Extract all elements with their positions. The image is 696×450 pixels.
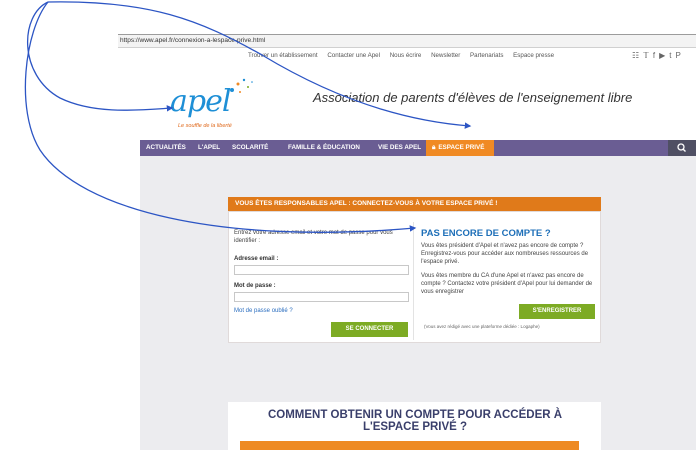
arrow-to-logo: [27, 1, 174, 112]
arrow-to-espace-prive: [47, 1, 472, 129]
arrow-to-login-box: [24, 1, 417, 233]
annotation-arrows: [24, 1, 472, 233]
